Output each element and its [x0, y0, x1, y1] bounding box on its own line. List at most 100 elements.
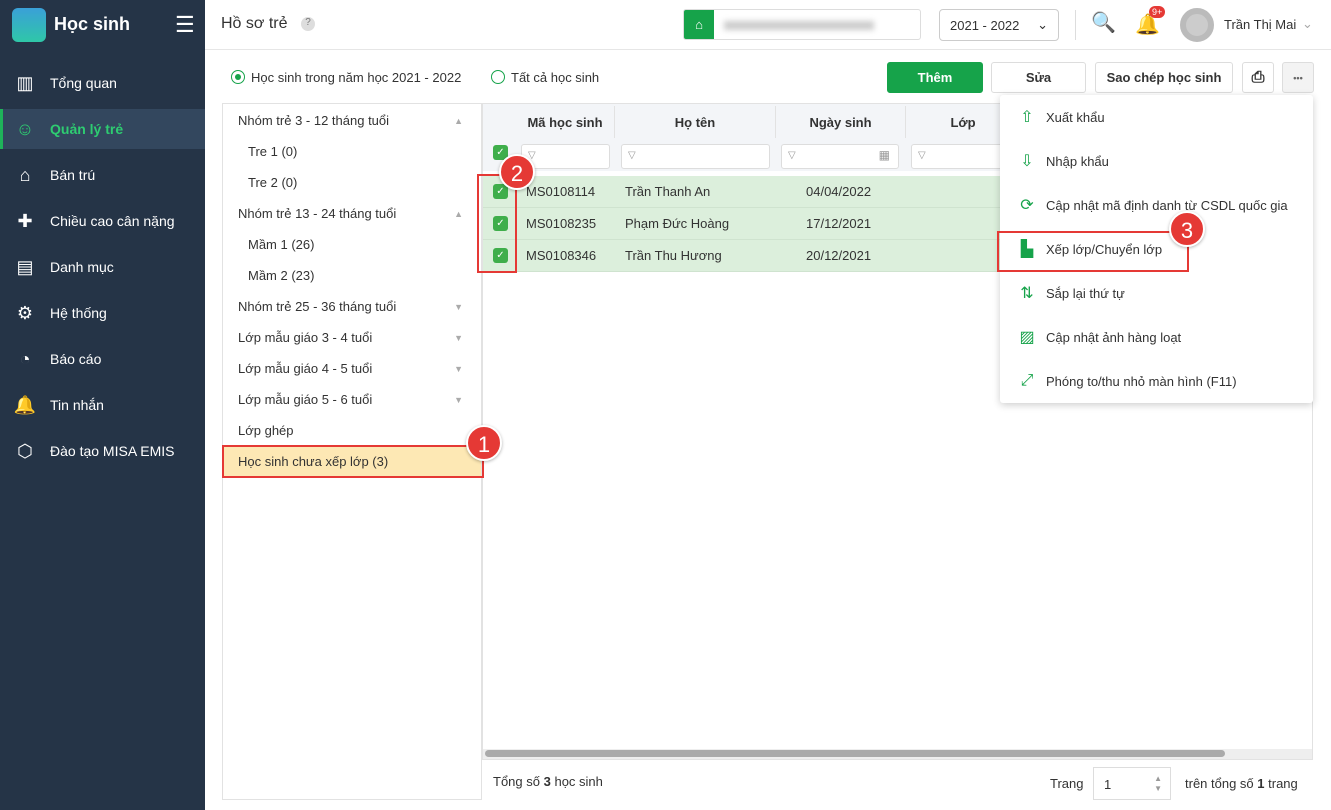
menu-item[interactable]: ⇩ Nhập khẩu [1000, 139, 1313, 183]
tree-item-label: Nhóm trẻ 25 - 36 tháng tuổi [238, 299, 397, 314]
caret-icon[interactable]: ▼ [454, 395, 463, 405]
tree-item[interactable]: Lớp mẫu giáo 4 - 5 tuổi ▼ [223, 353, 481, 384]
annotation-badge-2: 2 [499, 154, 535, 190]
user-name[interactable]: Trần Thị Mai [1224, 17, 1296, 32]
page-total: trên tổng số 1 trang [1185, 776, 1298, 791]
tree-item[interactable]: Tre 1 (0) [223, 136, 481, 167]
tree-item[interactable]: Nhóm trẻ 25 - 36 tháng tuổi ▼ [223, 291, 481, 322]
sort-az-icon: ⇅ [1020, 285, 1034, 302]
cell-name: Trần Thu Hương [625, 248, 722, 263]
annotation-box-1 [222, 445, 484, 478]
menu-item[interactable]: ⇅ Sắp lại thứ tự [1000, 271, 1313, 315]
caret-icon[interactable]: ▼ [454, 302, 463, 312]
avatar[interactable] [1180, 8, 1214, 42]
tree-item[interactable]: Lớp mẫu giáo 5 - 6 tuổi ▼ [223, 384, 481, 415]
radio-all-students[interactable]: Tất cả học sinh [491, 70, 599, 85]
menu-item-label: Xuất khẩu [1046, 109, 1105, 125]
menu-item[interactable]: ⇧ Xuất khẩu [1000, 95, 1313, 139]
caret-icon[interactable]: ▲ [454, 116, 463, 126]
cell-dob: 17/12/2021 [806, 216, 872, 231]
tree-item[interactable]: Lớp ghép [223, 415, 481, 446]
pie-icon: ◔ [19, 348, 31, 369]
tree-item[interactable]: Nhóm trẻ 13 - 24 tháng tuổi ▲ [223, 198, 481, 229]
menu-toggle-icon[interactable]: ☰ [175, 12, 195, 38]
tree-item-label: Lớp mẫu giáo 5 - 6 tuổi [238, 392, 373, 407]
sidebar-item-label: Bán trú [50, 167, 96, 183]
cell-dob: 04/04/2022 [806, 184, 872, 199]
tree-item[interactable]: Nhóm trẻ 3 - 12 tháng tuổi ▲ [223, 105, 481, 136]
filter-name[interactable]: ▽ [621, 144, 770, 169]
sidebar-item[interactable]: ▤ Danh mục [0, 247, 205, 287]
year-value: 2021 - 2022 [950, 18, 1020, 33]
header: Hồ sơ trẻ ? ⌂ 2021 - 2022 ⌄ 🔍 🔔 9+ Trần T… [205, 0, 1331, 50]
sidebar-item[interactable]: 🔔 Tin nhắn [0, 385, 205, 425]
filter-dob[interactable]: ▽ ▦ [781, 144, 899, 169]
sidebar-item-label: Quản lý trẻ [50, 121, 124, 137]
sidebar-item[interactable]: ⬡ Đào tạo MISA EMIS [0, 431, 205, 471]
sidebar-item-label: Tổng quan [50, 75, 117, 91]
annotation-box-3 [997, 231, 1189, 272]
col-dob[interactable]: Ngày sinh [776, 106, 906, 138]
menu-item-label: Phóng to/thu nhỏ màn hình (F11) [1046, 373, 1237, 389]
tree-item-label: Nhóm trẻ 13 - 24 tháng tuổi [238, 206, 397, 221]
page-input[interactable]: 1 ▲ ▼ [1093, 767, 1171, 800]
bell-icon: 🔔 [13, 394, 37, 415]
menu-item-label: Cập nhật mã định danh từ CSDL quốc gia [1046, 197, 1288, 213]
radio-current-year[interactable]: Học sinh trong năm học 2021 - 2022 [231, 70, 461, 85]
menu-item[interactable]: ⤢ Phóng to/thu nhỏ màn hình (F11) [1000, 359, 1313, 403]
chart-icon: ▥ [16, 72, 34, 93]
filter-class[interactable]: ▽ [911, 144, 1011, 169]
tree-item[interactable]: Lớp mẫu giáo 3 - 4 tuổi ▼ [223, 322, 481, 353]
annotation-badge-3: 3 [1169, 211, 1205, 247]
horizontal-scrollbar[interactable] [483, 749, 1312, 759]
search-chart-icon[interactable]: 🔍 [1091, 10, 1116, 35]
sidebar-item-label: Danh mục [50, 259, 114, 275]
menu-item[interactable]: ⟳ Cập nhật mã định danh từ CSDL quốc gia [1000, 183, 1313, 227]
sidebar-item-label: Báo cáo [50, 351, 102, 367]
add-button[interactable]: Thêm [887, 62, 983, 93]
download-icon: ⇩ [1020, 153, 1034, 170]
year-select[interactable]: 2021 - 2022 ⌄ [939, 9, 1059, 41]
sidebar-item[interactable]: ⚙ Hệ thống [0, 293, 205, 333]
sync-icon: ⟳ [1020, 197, 1034, 214]
help-icon[interactable]: ? [301, 17, 315, 31]
more-button[interactable]: ••• [1282, 62, 1314, 93]
cell-student-id: MS0108114 [526, 184, 596, 199]
calendar-icon[interactable]: ▦ [879, 148, 890, 162]
cell-dob: 20/12/2021 [806, 248, 872, 263]
cell-student-id: MS0108346 [526, 248, 597, 263]
caret-icon[interactable]: ▼ [454, 333, 463, 343]
print-icon[interactable]: ⎙ [1242, 62, 1274, 93]
sidebar-item[interactable]: ⌂ Bán trú [0, 155, 205, 195]
edit-button[interactable]: Sửa [991, 62, 1086, 93]
stepper-icon[interactable]: ▲ ▼ [1154, 774, 1162, 794]
caret-icon[interactable]: ▲ [454, 209, 463, 219]
sidebar-item-label: Chiều cao cân nặng [50, 213, 175, 229]
col-student-id[interactable]: Mã học sinh [516, 106, 615, 138]
tree-item[interactable]: Tre 2 (0) [223, 167, 481, 198]
app-logo-icon [12, 8, 46, 42]
col-name[interactable]: Họ tên [615, 106, 776, 138]
tree-item-label: Lớp ghép [238, 423, 294, 438]
images-icon: ▨ [1019, 329, 1035, 346]
sidebar-item[interactable]: ▥ Tổng quan [0, 63, 205, 103]
tree-item[interactable]: Mầm 1 (26) [223, 229, 481, 260]
chevron-down-icon: ⌄ [1037, 17, 1048, 32]
school-selector[interactable]: ⌂ [683, 9, 921, 40]
chevron-down-icon[interactable]: ⌄ [1302, 16, 1313, 32]
box-icon: ⬡ [17, 440, 33, 461]
menu-item[interactable]: ▨ Cập nhật ảnh hàng loạt [1000, 315, 1313, 359]
total-count: Tổng số 3 học sinh [493, 774, 603, 789]
sidebar-item[interactable]: ◔ Báo cáo [0, 339, 205, 379]
copy-student-button[interactable]: Sao chép học sinh [1095, 62, 1233, 93]
caret-icon[interactable]: ▼ [454, 364, 463, 374]
tree-item-label: Tre 1 (0) [248, 144, 298, 159]
radio-icon [231, 70, 245, 84]
sidebar-item[interactable]: ☺ Quản lý trẻ [0, 109, 205, 149]
tree-item[interactable]: Mầm 2 (23) [223, 260, 481, 291]
sidebar-item[interactable]: ✚ Chiều cao cân nặng [0, 201, 205, 241]
medical-icon: ✚ [17, 210, 33, 231]
app-name: Học sinh [54, 14, 131, 34]
folder-icon: ▤ [16, 256, 34, 277]
filter-student-id[interactable]: ▽ [521, 144, 610, 169]
